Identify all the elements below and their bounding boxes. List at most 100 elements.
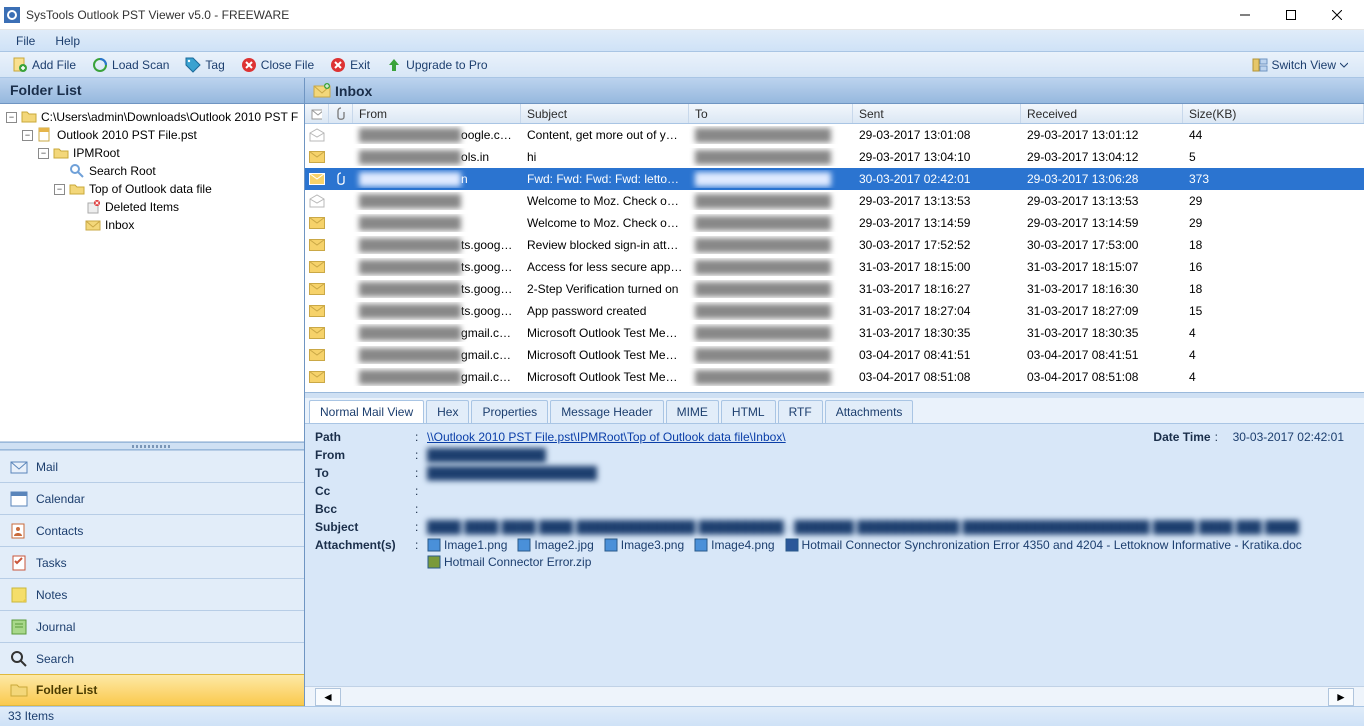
nav-search[interactable]: Search [0,642,304,674]
row-mail-icon [305,283,329,295]
menu-file[interactable]: File [6,32,45,50]
plus-file-icon [12,57,28,73]
tag-button[interactable]: Tag [179,55,230,75]
mail-row[interactable]: ████████████ols.inhi████████████████29-0… [305,146,1364,168]
row-to: ████████████████ [689,236,853,254]
mail-row[interactable]: ████████████ts.google.c…2-Step Verificat… [305,278,1364,300]
tree-item-label: Inbox [105,218,134,232]
switch-view-button[interactable]: Switch View [1246,55,1354,75]
close-button[interactable] [1314,0,1360,30]
mail-row[interactable]: ████████████Welcome to Moz. Check out …█… [305,212,1364,234]
collapse-icon[interactable]: − [6,112,17,123]
row-mail-icon [305,261,329,273]
menu-help[interactable]: Help [45,32,90,50]
row-mail-icon [305,151,329,163]
mail-row[interactable]: ████████████ts.google.c…Access for less … [305,256,1364,278]
row-attachment-icon [329,172,353,186]
exit-button[interactable]: Exit [324,55,376,75]
bottom-scrollbar[interactable]: ◄ ► [305,686,1364,706]
tree-item[interactable]: Deleted Items [4,198,300,216]
add-file-button[interactable]: Add File [6,55,82,75]
detail-datetime-value: 30-03-2017 02:42:01 [1233,430,1344,444]
collapse-icon[interactable]: − [22,130,33,141]
upgrade-button[interactable]: Upgrade to Pro [380,55,493,75]
scroll-right-button[interactable]: ► [1328,688,1354,706]
mail-grid[interactable]: ████████████oogle.comContent, get more o… [305,124,1364,392]
mail-row[interactable]: ████████████ts.google.c…App password cre… [305,300,1364,322]
tab-rtf[interactable]: RTF [778,400,823,423]
tree-item[interactable]: −Outlook 2010 PST File.pst [4,126,300,144]
mail-row[interactable]: ████████████nFwd: Fwd: Fwd: Fwd: lettokn… [305,168,1364,190]
tree-item[interactable]: −C:\Users\admin\Downloads\Outlook 2010 P… [4,108,300,126]
mail-row[interactable]: ████████████oogle.comContent, get more o… [305,124,1364,146]
inbox-header: Inbox [305,78,1364,104]
row-mail-icon [305,194,329,208]
nav-notes[interactable]: Notes [0,578,304,610]
mail-row[interactable]: ████████████gmail.comMicrosoft Outlook T… [305,344,1364,366]
folder-tree[interactable]: −C:\Users\admin\Downloads\Outlook 2010 P… [0,104,304,442]
tab-normal-mail-view[interactable]: Normal Mail View [309,400,424,423]
nav-label: Contacts [36,524,83,538]
tab-attachments[interactable]: Attachments [825,400,914,423]
nav-mail[interactable]: Mail [0,450,304,482]
row-size: 18 [1183,236,1364,254]
maximize-button[interactable] [1268,0,1314,30]
row-to: ████████████████ [689,170,853,188]
row-subject: Review blocked sign-in attem… [521,236,689,254]
mail-row[interactable]: ████████████gmail.comMicrosoft Outlook T… [305,322,1364,344]
col-size[interactable]: Size(KB) [1183,104,1364,123]
row-received: 29-03-2017 13:04:12 [1021,148,1183,166]
col-to[interactable]: To [689,104,853,123]
tree-item[interactable]: −Top of Outlook data file [4,180,300,198]
col-subject[interactable]: Subject [521,104,689,123]
col-icon[interactable] [305,104,329,123]
split-handle[interactable] [0,442,304,450]
row-received: 30-03-2017 17:53:00 [1021,236,1183,254]
tree-item[interactable]: Search Root [4,162,300,180]
row-size: 29 [1183,192,1364,210]
tab-mime[interactable]: MIME [666,400,719,423]
col-attachment[interactable] [329,104,353,123]
detail-path-link[interactable]: \\Outlook [427,430,475,444]
nav-folderlist[interactable]: Folder List [0,674,304,706]
nav-tasks[interactable]: Tasks [0,546,304,578]
row-sent: 29-03-2017 13:01:08 [853,126,1021,144]
col-sent[interactable]: Sent [853,104,1021,123]
minimize-button[interactable] [1222,0,1268,30]
calendar-icon [10,490,28,508]
close-file-button[interactable]: Close File [235,55,320,75]
attachment-item[interactable]: Image3.png [604,538,684,552]
mail-row[interactable]: ████████████Welcome to Moz. Check out …█… [305,190,1364,212]
collapse-icon[interactable]: − [38,148,49,159]
scroll-left-button[interactable]: ◄ [315,688,341,706]
toolbar: Add File Load Scan Tag Close File Exit U… [0,52,1364,78]
row-subject: Access for less secure apps h… [521,258,689,276]
attachment-item[interactable]: Image1.png [427,538,507,552]
col-received[interactable]: Received [1021,104,1183,123]
attachment-item[interactable]: Hotmail Connector Error.zip [427,555,591,569]
collapse-icon[interactable]: − [54,184,65,195]
row-to: ████████████████ [689,368,853,386]
nav-label: Notes [36,588,67,602]
attachment-item[interactable]: Image4.png [694,538,774,552]
attachment-item[interactable]: Hotmail Connector Synchronization Error … [785,538,1302,552]
nav-contacts[interactable]: Contacts [0,514,304,546]
row-sent: 03-04-2017 08:41:51 [853,346,1021,364]
mail-row[interactable]: ████████████ts.google.c…Review blocked s… [305,234,1364,256]
tab-message-header[interactable]: Message Header [550,400,663,423]
row-received: 31-03-2017 18:27:09 [1021,302,1183,320]
tab-properties[interactable]: Properties [471,400,548,423]
tree-item[interactable]: Inbox [4,216,300,234]
attachment-item[interactable]: Image2.jpg [517,538,593,552]
tab-html[interactable]: HTML [721,400,776,423]
tab-hex[interactable]: Hex [426,400,469,423]
nav-journal[interactable]: Journal [0,610,304,642]
col-from[interactable]: From [353,104,521,123]
row-received: 03-04-2017 08:51:08 [1021,368,1183,386]
tree-item[interactable]: −IPMRoot [4,144,300,162]
load-scan-button[interactable]: Load Scan [86,55,175,75]
mail-row[interactable]: ████████████gmail.comMicrosoft Outlook T… [305,366,1364,388]
exit-icon [330,57,346,73]
tasks-icon [10,554,28,572]
nav-calendar[interactable]: Calendar [0,482,304,514]
